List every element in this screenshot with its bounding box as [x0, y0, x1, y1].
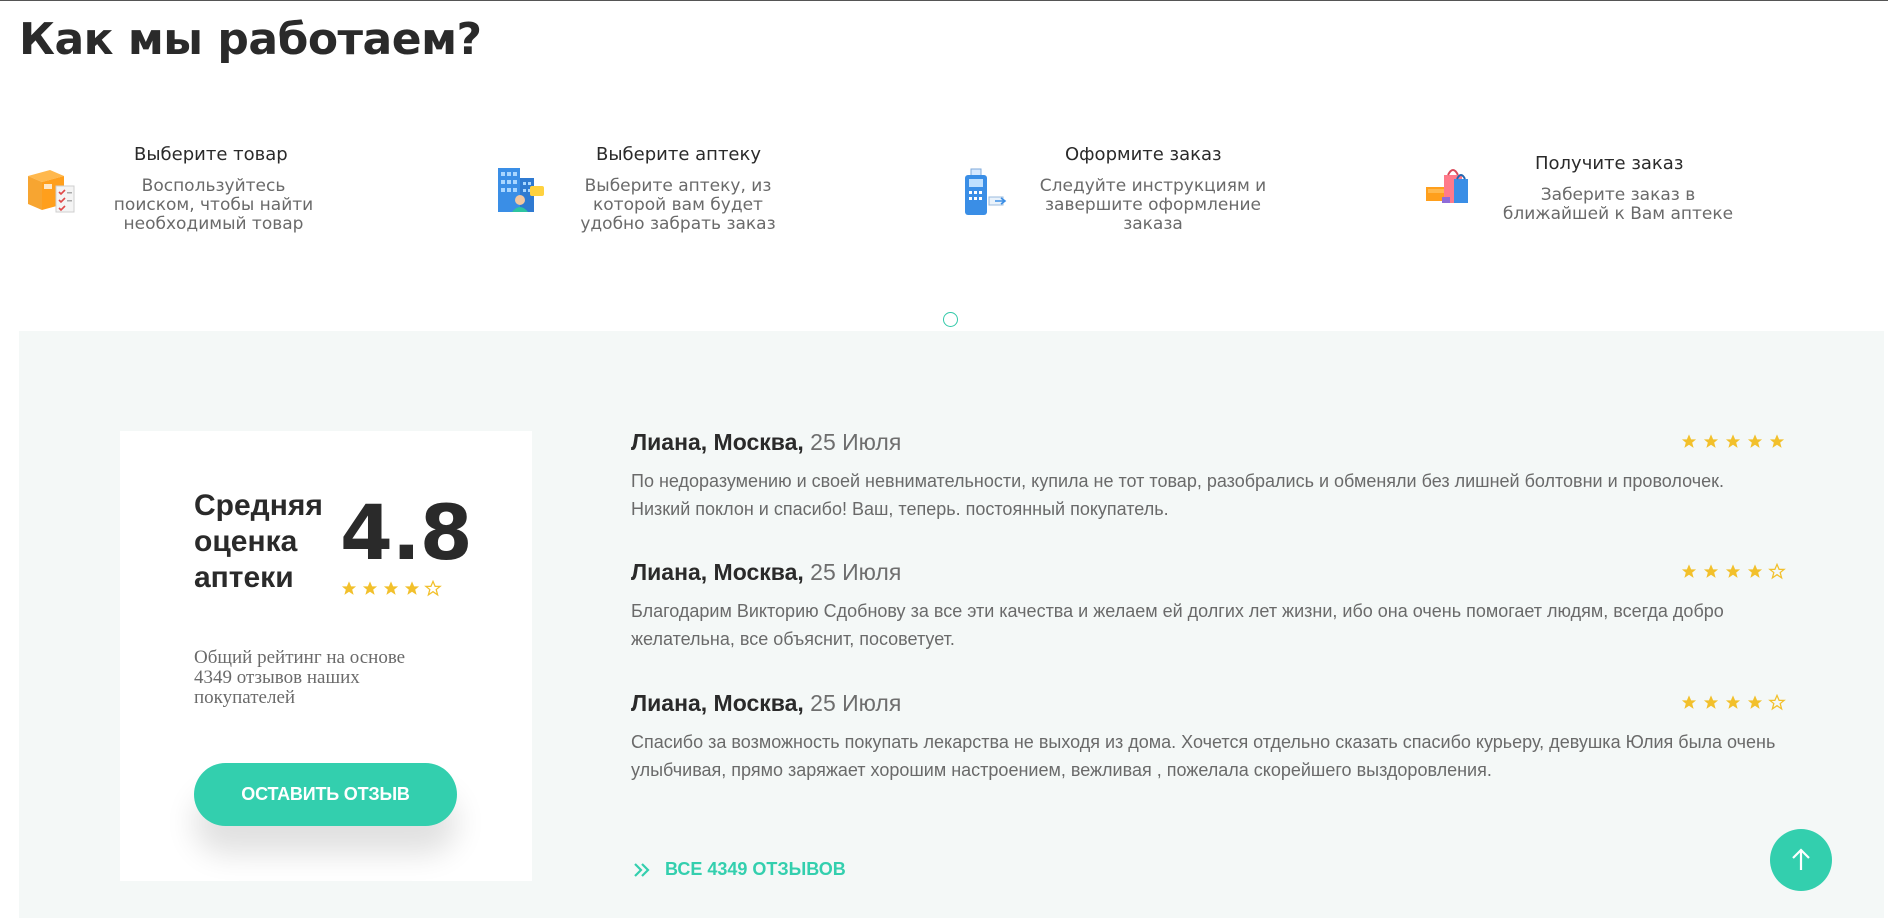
- review-date: 25 Июля: [810, 429, 902, 455]
- star-filled-icon: [1747, 564, 1763, 578]
- rating-label: Средняя оценка аптеки: [194, 489, 323, 594]
- arrow-up-icon: [1792, 848, 1810, 870]
- review-header: Лиана, Москва, 25 Июля: [631, 690, 901, 717]
- star-filled-icon: [341, 581, 357, 595]
- step-place-order: Оформите заказ Следуйте инструкциям и за…: [940, 140, 1410, 250]
- all-reviews-label: ВСЕ 4349 ОТЗЫВОВ: [665, 859, 846, 879]
- step-text: Воспользуйтесь поиском, чтобы найти необ…: [113, 176, 314, 234]
- review-item: Лиана, Москва, 25 Июля Благодарим Виктор…: [631, 559, 1786, 669]
- review-author: Лиана, Москва,: [631, 429, 804, 455]
- review-item: Лиана, Москва, 25 Июля По недоразумению …: [631, 429, 1786, 539]
- star-empty-icon: [1768, 563, 1786, 580]
- carousel-pagination-dot[interactable]: [943, 312, 958, 327]
- step-title: Получите заказ: [1535, 153, 1684, 174]
- star-empty-icon: [424, 580, 442, 597]
- star-filled-icon: [1725, 564, 1741, 578]
- double-chevron-right-icon: [634, 862, 650, 877]
- pharmacy-building-icon: [498, 168, 544, 212]
- step-get-order: Получите заказ Заберите заказ в ближайше…: [1410, 140, 1888, 250]
- shopping-bags-icon: [1426, 169, 1468, 203]
- review-stars: [1680, 694, 1786, 711]
- star-filled-icon: [1681, 434, 1697, 448]
- star-filled-icon: [383, 581, 399, 595]
- box-checklist-icon: [28, 170, 75, 213]
- review-author: Лиана, Москва,: [631, 559, 804, 585]
- review-header: Лиана, Москва, 25 Июля: [631, 429, 901, 456]
- step-title: Выберите аптеку: [596, 144, 762, 165]
- steps-carousel: Выберите товар Воспользуйтесь поиском, ч…: [0, 140, 1888, 250]
- review-stars: [1680, 563, 1786, 580]
- step-title: Выберите товар: [134, 144, 288, 165]
- rating-value: 4.8: [340, 488, 473, 577]
- star-filled-icon: [1703, 434, 1719, 448]
- review-date: 25 Июля: [810, 559, 902, 585]
- leave-review-button[interactable]: ОСТАВИТЬ ОТЗЫВ: [194, 763, 457, 826]
- star-filled-icon: [1681, 695, 1697, 709]
- star-filled-icon: [1747, 695, 1763, 709]
- star-filled-icon: [1703, 695, 1719, 709]
- star-filled-icon: [1769, 434, 1785, 448]
- step-text: Следуйте инструкциям и завершите оформле…: [1039, 176, 1267, 234]
- review-author: Лиана, Москва,: [631, 690, 804, 716]
- star-filled-icon: [1747, 434, 1763, 448]
- star-filled-icon: [1725, 434, 1741, 448]
- step-choose-pharmacy: Выберите аптеку Выберите аптеку, из кото…: [470, 140, 940, 250]
- star-filled-icon: [362, 581, 378, 595]
- review-text: Спасибо за возможность покупать лекарств…: [631, 732, 1776, 780]
- review-text: Благодарим Викторию Сдобнову за все эти …: [631, 601, 1724, 649]
- top-divider: [0, 0, 1888, 1]
- rating-stars: [340, 580, 442, 597]
- star-filled-icon: [404, 581, 420, 595]
- star-filled-icon: [1681, 564, 1697, 578]
- review-stars: [1680, 433, 1786, 450]
- rating-note: Общий рейтинг на основе 4349 отзывов наш…: [194, 647, 406, 708]
- step-text: Заберите заказ в ближайшей к Вам аптеке: [1502, 185, 1734, 224]
- scroll-to-top-button[interactable]: [1770, 829, 1832, 891]
- review-text: По недоразумению и своей невнимательност…: [631, 471, 1724, 519]
- payment-terminal-icon: [965, 168, 1007, 215]
- star-filled-icon: [1725, 695, 1741, 709]
- review-header: Лиана, Москва, 25 Июля: [631, 559, 901, 586]
- page-title: Как мы работаем?: [19, 14, 482, 65]
- review-date: 25 Июля: [810, 690, 902, 716]
- star-filled-icon: [1703, 564, 1719, 578]
- review-item: Лиана, Москва, 25 Июля Спасибо за возмож…: [631, 690, 1786, 800]
- step-choose-product: Выберите товар Воспользуйтесь поиском, ч…: [0, 140, 470, 250]
- step-title: Оформите заказ: [1065, 144, 1222, 165]
- all-reviews-link[interactable]: ВСЕ 4349 ОТЗЫВОВ: [633, 859, 846, 880]
- star-empty-icon: [1768, 694, 1786, 711]
- step-text: Выберите аптеку, из которой вам будет уд…: [580, 176, 776, 234]
